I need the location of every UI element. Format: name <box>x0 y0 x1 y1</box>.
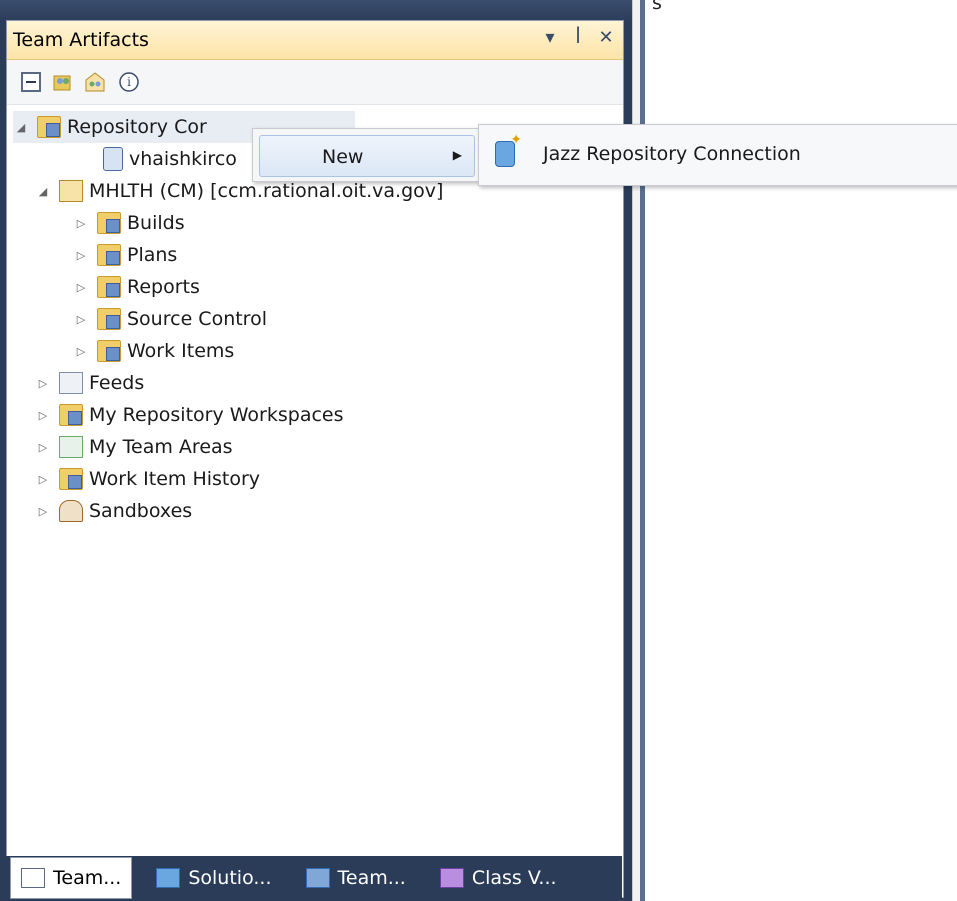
panel-title: Team Artifacts <box>13 29 149 51</box>
close-icon[interactable]: ✕ <box>597 27 615 48</box>
collapse-arrow-icon[interactable]: ▷ <box>35 375 51 391</box>
expand-arrow-icon[interactable]: ◢ <box>35 183 51 199</box>
submenu-item-jazz-repository-connection[interactable]: Jazz Repository Connection <box>543 143 801 165</box>
top-strip <box>0 0 632 22</box>
menu-item-label: New <box>322 146 364 168</box>
team-icon[interactable] <box>51 70 75 94</box>
background-text: s <box>652 0 662 14</box>
builds-folder-icon <box>97 212 121 234</box>
tab-team-artifacts[interactable]: Team... <box>10 857 133 899</box>
tree-item-label: Feeds <box>89 372 145 394</box>
team-explorer-tab-icon <box>305 868 330 888</box>
feeds-icon <box>59 372 83 394</box>
collapse-arrow-icon[interactable]: ▷ <box>73 247 89 263</box>
tree-item-sandboxes[interactable]: ▷ Sandboxes <box>35 495 192 527</box>
bottom-tab-strip: Team... Solutio... Team... Class V... <box>6 856 622 900</box>
tree-item-reports[interactable]: ▷ Reports <box>73 271 200 303</box>
pin-icon[interactable]: ꟾ <box>569 27 587 48</box>
tree-item-label: My Team Areas <box>89 436 233 458</box>
tree-item-work-items[interactable]: ▷ Work Items <box>73 335 234 367</box>
tree-item-label: Builds <box>127 212 185 234</box>
team-tab-icon <box>21 868 45 888</box>
panel-title-bar: Team Artifacts ▾ ꟾ ✕ <box>7 21 623 60</box>
info-icon[interactable]: i <box>117 70 141 94</box>
tree-item-label: Sandboxes <box>89 500 193 522</box>
team-area-icon[interactable] <box>83 70 107 94</box>
reports-folder-icon <box>97 276 121 298</box>
collapse-all-icon[interactable] <box>19 70 43 94</box>
tab-label: Solutio... <box>188 867 272 889</box>
tab-label: Class V... <box>471 867 557 889</box>
class-view-tab-icon <box>439 868 464 888</box>
tree-item-label: Source Control <box>127 308 267 330</box>
solution-tab-icon <box>156 868 181 888</box>
plans-folder-icon <box>97 244 121 266</box>
collapse-arrow-icon[interactable]: ▷ <box>35 503 51 519</box>
submenu: Jazz Repository Connection <box>478 124 957 186</box>
tree-item-label: Reports <box>127 276 200 298</box>
tree-item-label: Repository Cor <box>67 116 207 138</box>
work-items-folder-icon <box>97 340 121 362</box>
tree-item-plans[interactable]: ▷ Plans <box>73 239 177 271</box>
tree-item-repository[interactable]: vhaishkirco <box>103 143 237 175</box>
jazz-repository-icon <box>495 132 522 167</box>
tree-item-source-control[interactable]: ▷ Source Control <box>73 303 267 335</box>
context-menu: New ▶ <box>252 128 480 182</box>
history-icon <box>59 468 83 490</box>
svg-text:i: i <box>127 75 131 89</box>
collapse-arrow-icon[interactable]: ▷ <box>35 439 51 455</box>
repository-icon <box>103 147 123 171</box>
expand-arrow-icon[interactable]: ◢ <box>13 119 29 135</box>
project-icon <box>59 180 83 202</box>
source-control-folder-icon <box>97 308 121 330</box>
tree-item-label: Work Item History <box>89 468 261 490</box>
tab-label: Team... <box>337 867 406 889</box>
tab-solution-explorer[interactable]: Solutio... <box>146 858 281 898</box>
tree-item-label: My Repository Workspaces <box>89 404 344 426</box>
panel-toolbar: i <box>7 60 623 105</box>
collapse-arrow-icon[interactable]: ▷ <box>35 407 51 423</box>
workspaces-icon <box>59 404 83 426</box>
submenu-arrow-icon: ▶ <box>452 148 462 162</box>
tree-item-work-item-history[interactable]: ▷ Work Item History <box>35 463 260 495</box>
team-areas-icon <box>59 436 83 458</box>
folder-icon <box>37 116 61 138</box>
collapse-arrow-icon[interactable]: ▷ <box>73 311 89 327</box>
tree-item-feeds[interactable]: ▷ Feeds <box>35 367 144 399</box>
tab-team-explorer[interactable]: Team... <box>296 858 416 898</box>
panel-controls: ▾ ꟾ ✕ <box>541 27 615 48</box>
context-menu-item-new[interactable]: New ▶ <box>259 135 475 177</box>
tab-class-view[interactable]: Class V... <box>430 858 567 898</box>
sandboxes-icon <box>59 500 83 522</box>
collapse-arrow-icon[interactable]: ▷ <box>73 343 89 359</box>
tree-item-label: vhaishkirco <box>129 148 237 170</box>
dropdown-icon[interactable]: ▾ <box>541 27 559 48</box>
tree-item-label: Plans <box>127 244 178 266</box>
collapse-arrow-icon[interactable]: ▷ <box>73 279 89 295</box>
tree-item-builds[interactable]: ▷ Builds <box>73 207 185 239</box>
tree-item-my-repository-workspaces[interactable]: ▷ My Repository Workspaces <box>35 399 344 431</box>
collapse-arrow-icon[interactable]: ▷ <box>35 471 51 487</box>
tab-label: Team... <box>53 867 122 889</box>
tree-item-my-team-areas[interactable]: ▷ My Team Areas <box>35 431 233 463</box>
tree-item-label: Work Items <box>127 340 235 362</box>
collapse-arrow-icon[interactable]: ▷ <box>73 215 89 231</box>
tree-item-label: MHLTH (CM) [ccm.rational.oit.va.gov] <box>89 180 444 202</box>
